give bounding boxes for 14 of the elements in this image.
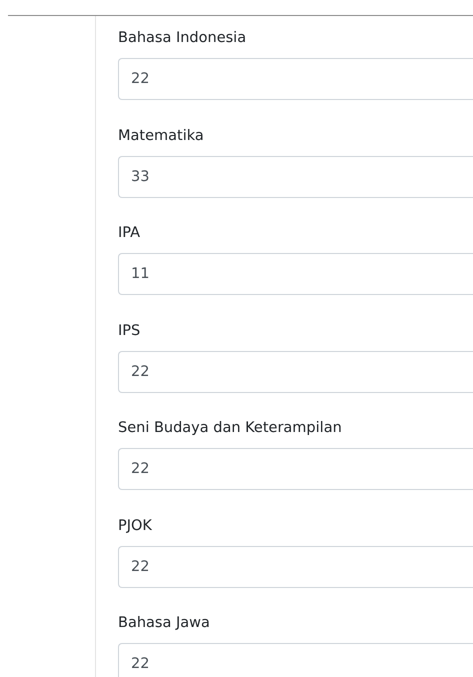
input-field[interactable]: 22 — [118, 58, 473, 100]
field-label: IPS — [118, 322, 142, 340]
input-field[interactable]: 33 — [118, 156, 473, 198]
field-label: Seni Budaya dan Keterampilan — [118, 419, 343, 438]
input-field[interactable]: 22 — [118, 350, 473, 392]
input-field[interactable]: 22 — [118, 448, 473, 490]
field-label: IPA — [118, 224, 142, 243]
input-field[interactable]: 22 — [118, 546, 473, 588]
field-label: Bahasa Indonesia — [118, 29, 248, 48]
input-field[interactable]: 11 — [118, 253, 473, 295]
field-label: Matematika — [118, 126, 205, 146]
input-field[interactable]: 22 — [118, 643, 473, 677]
field-label: PJOK — [118, 516, 153, 536]
field-label: Bahasa Jawa — [118, 614, 211, 633]
